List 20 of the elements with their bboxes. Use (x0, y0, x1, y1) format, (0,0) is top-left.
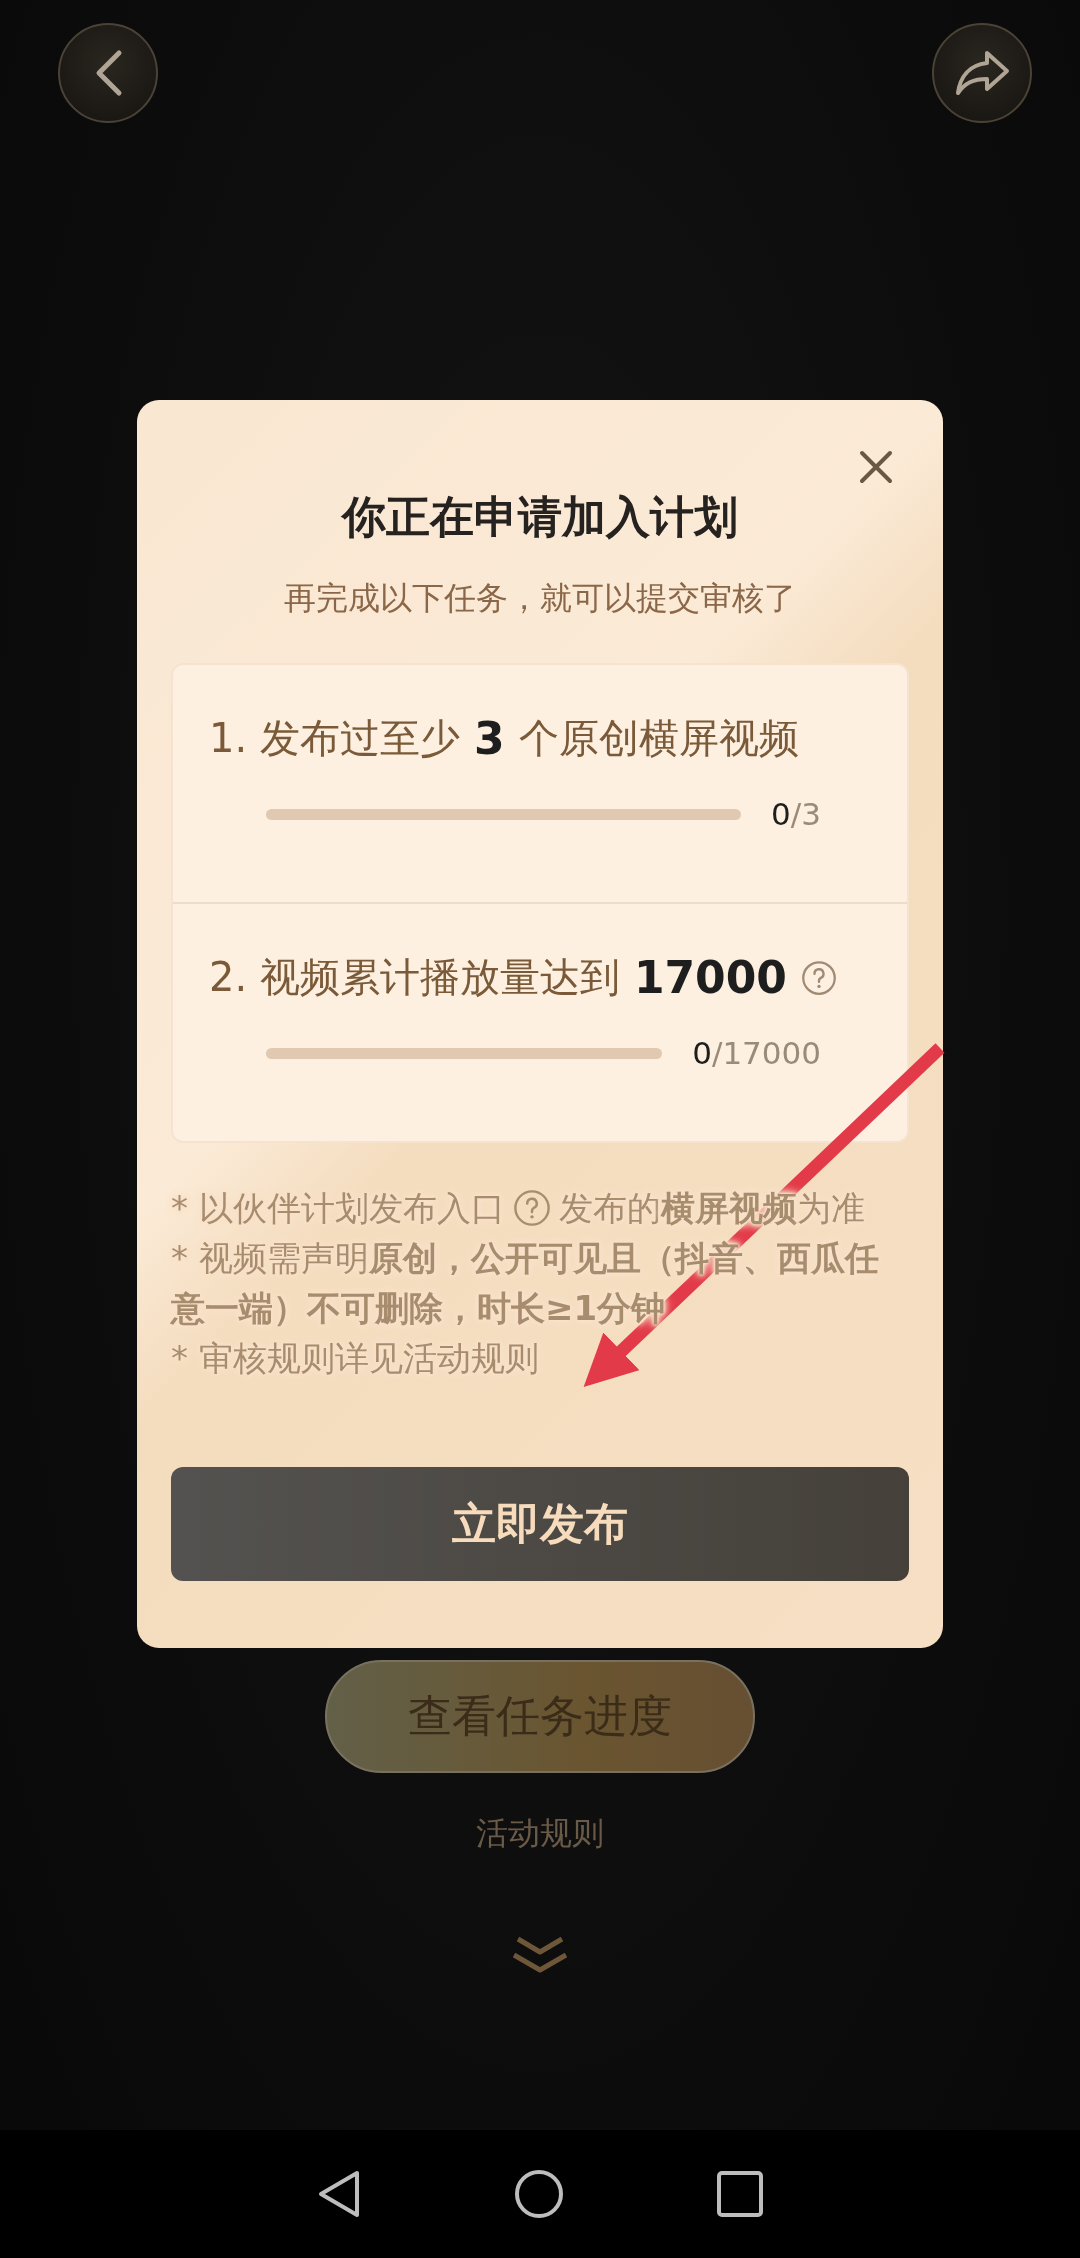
nav-recents-icon[interactable] (717, 2171, 764, 2217)
note-text: * 审核规则详见活动规则 (171, 1337, 539, 1380)
help-icon[interactable] (800, 959, 837, 996)
publish-button[interactable]: 立即发布 (171, 1467, 909, 1581)
progress-reading: 0/3 (771, 796, 821, 832)
nav-home-icon[interactable] (514, 2169, 564, 2219)
task-text: 个原创横屏视频 (518, 714, 799, 763)
task-text: 1. 发布过至少 (209, 714, 460, 763)
task-count: 17000 (633, 952, 787, 1003)
rules-link[interactable]: 活动规则 (476, 1814, 604, 1852)
share-icon (953, 49, 1011, 97)
close-icon[interactable] (859, 450, 893, 484)
task-count: 3 (473, 713, 505, 764)
dialog-title: 你正在申请加入计划 (340, 490, 739, 544)
nav-back-icon[interactable] (316, 2169, 361, 2219)
double-chevron-icon[interactable] (510, 1935, 570, 1973)
dialog-subtitle: 再完成以下任务，就可以提交审核了 (283, 578, 797, 619)
note-text: * 以伙伴计划发布入口 (171, 1187, 505, 1230)
progress-reading: 0/17000 (692, 1035, 821, 1071)
task-text: 2. 视频累计播放量达到 (209, 953, 620, 1002)
